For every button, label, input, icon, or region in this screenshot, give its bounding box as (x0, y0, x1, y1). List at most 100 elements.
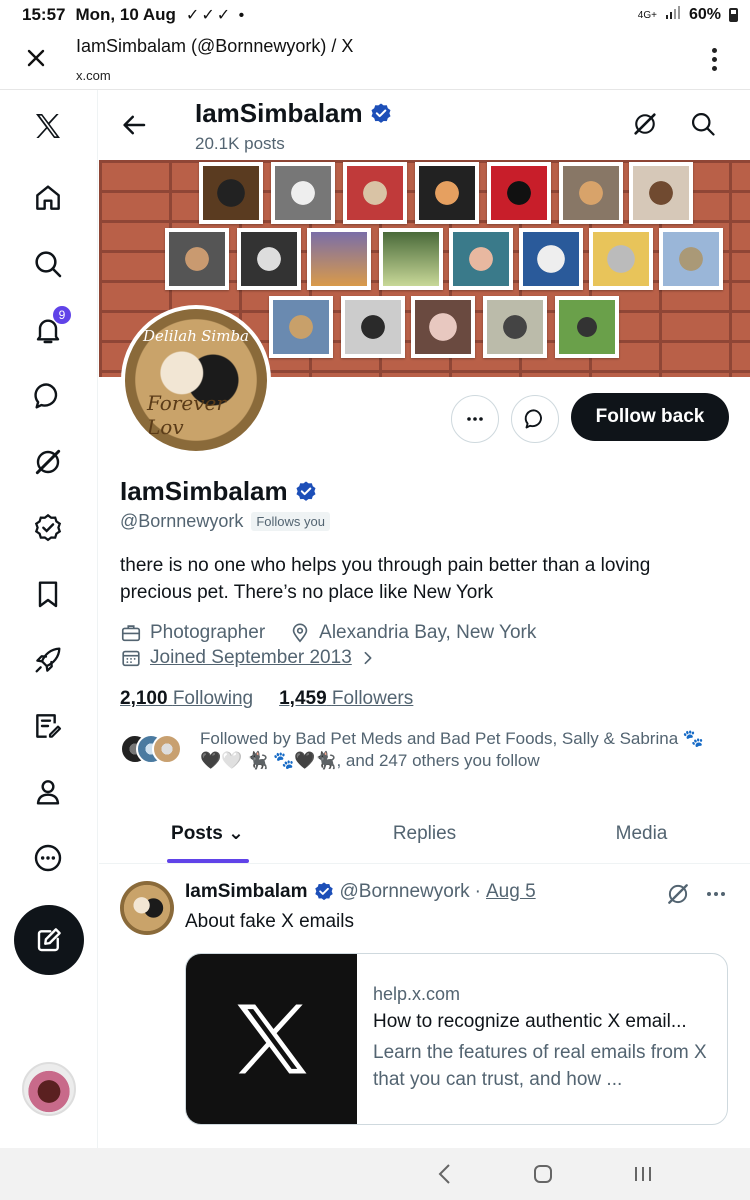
compose-icon (37, 928, 61, 952)
more-icon[interactable] (24, 834, 72, 882)
followers-link[interactable]: 1,459 Followers (279, 688, 413, 710)
post-date[interactable]: Aug 5 (486, 881, 536, 903)
account-avatar[interactable] (22, 1062, 76, 1116)
lists-icon[interactable] (24, 702, 72, 750)
bookmarks-icon[interactable] (24, 570, 72, 618)
profile-bio: there is no one who helps you through pa… (120, 555, 651, 603)
x-logo-icon[interactable] (24, 102, 72, 150)
follow-back-button[interactable]: Follow back (571, 393, 729, 441)
messages-icon[interactable] (24, 372, 72, 420)
chat-bubble-icon (524, 409, 542, 429)
followers-count: 1,459 (279, 688, 327, 709)
battery-icon (729, 8, 738, 22)
tab-posts[interactable]: Posts ⌄ (99, 804, 316, 863)
profile-avatar[interactable]: Delilah Simba Forever Lov (121, 305, 271, 455)
display-name-text: IamSimbalam (120, 476, 288, 506)
profession-item: Photographer (120, 622, 265, 644)
more-options-button[interactable] (451, 395, 499, 443)
post-header: IamSimbalam @Bornnewyork · Aug 5 (185, 881, 536, 903)
rocket-icon[interactable] (24, 636, 72, 684)
calendar-icon (122, 650, 140, 667)
followed-by-avatars (120, 728, 190, 764)
grok-icon[interactable] (665, 881, 691, 907)
status-time: 15:57 (22, 5, 66, 24)
post-separator: · (474, 881, 481, 902)
system-back-icon[interactable] (430, 1160, 460, 1188)
back-arrow-icon[interactable] (119, 110, 149, 140)
profession-text: Photographer (150, 622, 266, 643)
profile-main: IamSimbalam 20.1K posts Delilah Simba Fo… (99, 90, 750, 1148)
profile-top-bar: IamSimbalam 20.1K posts (99, 90, 750, 160)
chevron-right-icon (364, 651, 372, 665)
close-icon[interactable] (20, 42, 52, 74)
grok-profile-button[interactable] (511, 395, 559, 443)
location-item: Alexandria Bay, New York (289, 622, 536, 644)
search-icon[interactable] (689, 110, 719, 140)
handle-row: @Bornnewyork Follows you (120, 511, 330, 532)
following-label: Following (172, 688, 254, 709)
followed-by-row[interactable]: Followed by Bad Pet Meds and Bad Pet Foo… (120, 728, 720, 772)
profile-meta: Photographer Alexandria Bay, New York (120, 622, 536, 644)
profile-icon[interactable] (24, 768, 72, 816)
profile-handle: @Bornnewyork (120, 511, 244, 531)
joined-date[interactable]: Joined September 2013 (150, 647, 352, 669)
search-icon[interactable] (24, 240, 72, 288)
avatar-caption-right: Simba (201, 327, 249, 345)
briefcase-icon (121, 625, 141, 642)
link-card-title: How to recognize authentic X email... (373, 1011, 687, 1032)
verified-orgs-icon[interactable] (24, 504, 72, 552)
verified-badge-icon (371, 103, 391, 123)
notification-count-badge: 9 (52, 305, 72, 325)
browser-page-title: IamSimbalam (@Bornnewyork) / X (76, 36, 354, 56)
x-logo-icon (237, 1004, 306, 1074)
header-profile-name: IamSimbalam (195, 98, 393, 129)
browser-header: IamSimbalam (@Bornnewyork) / X x.com (0, 30, 750, 90)
verified-badge-icon (314, 882, 333, 901)
avatar-caption-left: Delilah (143, 327, 197, 345)
system-home-icon[interactable] (528, 1160, 558, 1188)
post-item[interactable]: IamSimbalam @Bornnewyork · Aug 5 About f… (99, 865, 750, 1148)
notifications-icon[interactable]: 9 (24, 305, 72, 354)
follow-stats: 2,100 Following 1,459 Followers (120, 688, 413, 710)
browser-url: x.com (76, 68, 111, 83)
system-nav-bar (0, 1148, 750, 1200)
follows-you-badge: Follows you (251, 512, 330, 531)
post-author-name[interactable]: IamSimbalam (185, 881, 308, 903)
post-text: About fake X emails (185, 911, 354, 932)
more-horizontal-icon (467, 417, 483, 421)
compose-post-button[interactable] (14, 905, 84, 975)
post-author-handle[interactable]: @Bornnewyork (340, 881, 470, 903)
tab-media[interactable]: Media (533, 804, 750, 863)
following-link[interactable]: 2,100 Following (120, 688, 253, 710)
link-card-domain: help.x.com (373, 984, 461, 1004)
home-icon[interactable] (24, 174, 72, 222)
followers-label: Followers (331, 688, 414, 709)
joined-row[interactable]: Joined September 2013 (120, 647, 376, 669)
signal-icon (665, 5, 681, 25)
header-name-text: IamSimbalam (195, 98, 363, 128)
avatar-caption-bottom: Forever Lov (147, 391, 226, 439)
status-notification-checks: ✓✓✓ • (185, 7, 247, 24)
system-recents-icon[interactable] (628, 1160, 658, 1188)
following-count: 2,100 (120, 688, 168, 709)
post-more-icon[interactable] (703, 881, 729, 907)
followed-by-text: Followed by Bad Pet Meds and Bad Pet Foo… (200, 729, 705, 770)
location-text: Alexandria Bay, New York (319, 622, 537, 643)
display-name: IamSimbalam (120, 476, 318, 507)
battery-percent: 60% (688, 6, 721, 23)
status-date: Mon, 10 Aug (75, 5, 176, 24)
browser-menu-icon[interactable] (704, 44, 724, 74)
post-avatar[interactable] (120, 881, 174, 935)
tab-replies[interactable]: Replies (316, 804, 533, 863)
profile-tabs: Posts ⌄ Replies Media (99, 804, 750, 864)
header-post-count: 20.1K posts (195, 134, 285, 153)
link-card-description: Learn the features of real emails from X… (373, 1042, 707, 1090)
location-pin-icon (292, 623, 308, 643)
verified-badge-icon[interactable] (294, 480, 318, 504)
link-card[interactable]: help.x.com How to recognize authentic X … (185, 953, 728, 1125)
network-indicator: 4G+ (637, 9, 657, 21)
left-navigation: 9 (0, 90, 98, 1148)
grok-icon[interactable] (631, 110, 661, 140)
status-bar: 15:57 Mon, 10 Aug ✓✓✓ • 4G+ 60% (0, 0, 750, 30)
grok-icon[interactable] (24, 438, 72, 486)
